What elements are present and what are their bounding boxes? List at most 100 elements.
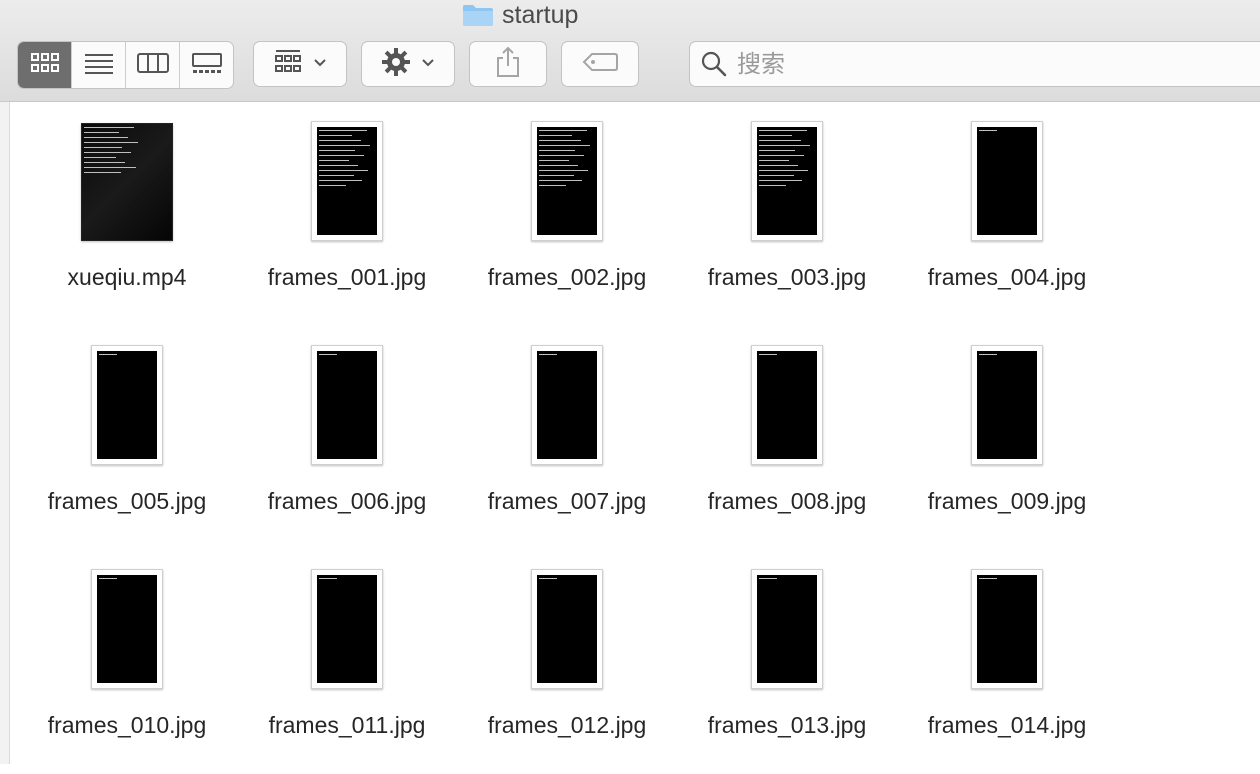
video-thumbnail [81,123,173,241]
thumbnail-text-line [539,130,587,131]
thumbnail-text-line [319,140,361,141]
file-item[interactable]: frames_004.jpg [897,102,1117,326]
thumbnail-text-line [759,150,795,151]
thumbnail-text-line [759,354,777,355]
file-name: frames_003.jpg [707,264,867,290]
file-item[interactable]: frames_007.jpg [457,326,677,550]
file-item[interactable]: frames_009.jpg [897,326,1117,550]
file-name: xueqiu.mp4 [67,264,187,290]
thumbnail-text-line [759,578,777,579]
search-field[interactable] [689,41,1260,87]
thumbnail-text-line [99,354,117,355]
action-button[interactable] [361,41,455,87]
thumbnail-text-line [539,150,575,151]
file-item[interactable]: frames_002.jpg [457,102,677,326]
image-thumbnail [971,345,1043,465]
file-item[interactable]: frames_008.jpg [677,326,897,550]
file-item[interactable]: xueqiu.mp4 [17,102,237,326]
image-thumbnail [971,121,1043,241]
tag-icon [582,52,618,77]
file-name: frames_010.jpg [47,712,207,738]
thumbnail-preview [757,575,817,683]
file-name: frames_004.jpg [927,264,1087,290]
file-name: frames_008.jpg [707,488,867,514]
file-item[interactable]: frames_003.jpg [677,102,897,326]
thumbnail-preview [97,351,157,459]
file-name: frames_002.jpg [487,264,647,290]
thumbnail-text-line [539,354,557,355]
image-thumbnail [531,569,603,689]
column-view-button[interactable] [126,42,180,88]
thumbnail-text-line [319,165,358,166]
share-button[interactable] [469,41,547,87]
thumbnail-text-line [84,127,135,128]
thumbnail-text-line [319,180,363,181]
file-name: frames_013.jpg [707,712,867,738]
file-item[interactable]: frames_010.jpg [17,550,237,774]
list-icon [84,52,114,79]
file-item[interactable]: frames_012.jpg [457,550,677,774]
thumbnail-text-line [979,354,997,355]
image-thumbnail [311,345,383,465]
thumbnail-text-line [319,135,352,136]
icon-view-button[interactable] [18,42,72,88]
thumbnail-preview [537,351,597,459]
image-thumbnail [751,569,823,689]
thumbnail-text-line [759,170,809,171]
file-item[interactable]: frames_006.jpg [237,326,457,550]
file-name: frames_006.jpg [267,488,427,514]
thumbnail-preview [317,575,377,683]
thumbnail-preview [537,127,597,235]
thumbnail-text-line [319,130,367,131]
image-thumbnail [311,569,383,689]
window-title-area: startup [462,0,578,30]
file-item[interactable]: frames_014.jpg [897,550,1117,774]
thumbnail-text-line [319,185,346,186]
thumbnail-text-line [84,152,132,153]
thumbnail-preview [977,575,1037,683]
search-input[interactable] [735,49,1239,79]
thumbnail-text-line [759,155,804,156]
file-item[interactable]: frames_001.jpg [237,102,457,326]
thumbnail-text-line [539,180,583,181]
thumbnail-text-line [539,160,569,161]
gallery-view-button[interactable] [180,42,233,88]
group-icon [273,49,303,80]
thumbnail-preview [977,351,1037,459]
thumbnail-text-line [759,140,801,141]
chevron-down-icon [421,55,435,73]
group-button[interactable] [253,41,347,87]
thumbnail-text-line [539,165,578,166]
thumbnail-text-line [539,135,572,136]
file-item[interactable]: frames_005.jpg [17,326,237,550]
image-thumbnail [91,569,163,689]
file-browser-content: xueqiu.mp4 frames_001.jpg frames_002.jpg fr… [0,102,1260,764]
thumbnail-text-line [99,578,117,579]
thumbnail-text-line [84,167,136,168]
thumbnail-text-line [84,172,121,173]
share-icon [495,46,521,83]
tag-button[interactable] [561,41,639,87]
thumbnail-preview [537,575,597,683]
file-name: frames_011.jpg [268,712,426,738]
thumbnail-text-line [759,175,794,176]
thumbnail-preview [97,575,157,683]
thumbnail-preview [317,127,377,235]
thumbnail-preview [317,351,377,459]
file-grid: xueqiu.mp4 frames_001.jpg frames_002.jpg fr… [17,102,1117,774]
thumbnail-text-line [319,155,364,156]
list-view-button[interactable] [72,42,126,88]
gallery-icon [191,52,222,79]
file-item[interactable]: frames_011.jpg [237,550,457,774]
thumbnail-text-line [84,132,119,133]
thumbnail-text-line [539,175,574,176]
file-item[interactable]: frames_013.jpg [677,550,897,774]
image-thumbnail [531,121,603,241]
thumbnail-text-line [979,130,997,131]
thumbnail-text-line [84,157,116,158]
thumbnail-text-line [539,145,590,146]
grid-icon [30,52,60,79]
thumbnail-text-line [759,185,786,186]
thumbnail-text-line [539,578,557,579]
file-name: frames_014.jpg [927,712,1087,738]
